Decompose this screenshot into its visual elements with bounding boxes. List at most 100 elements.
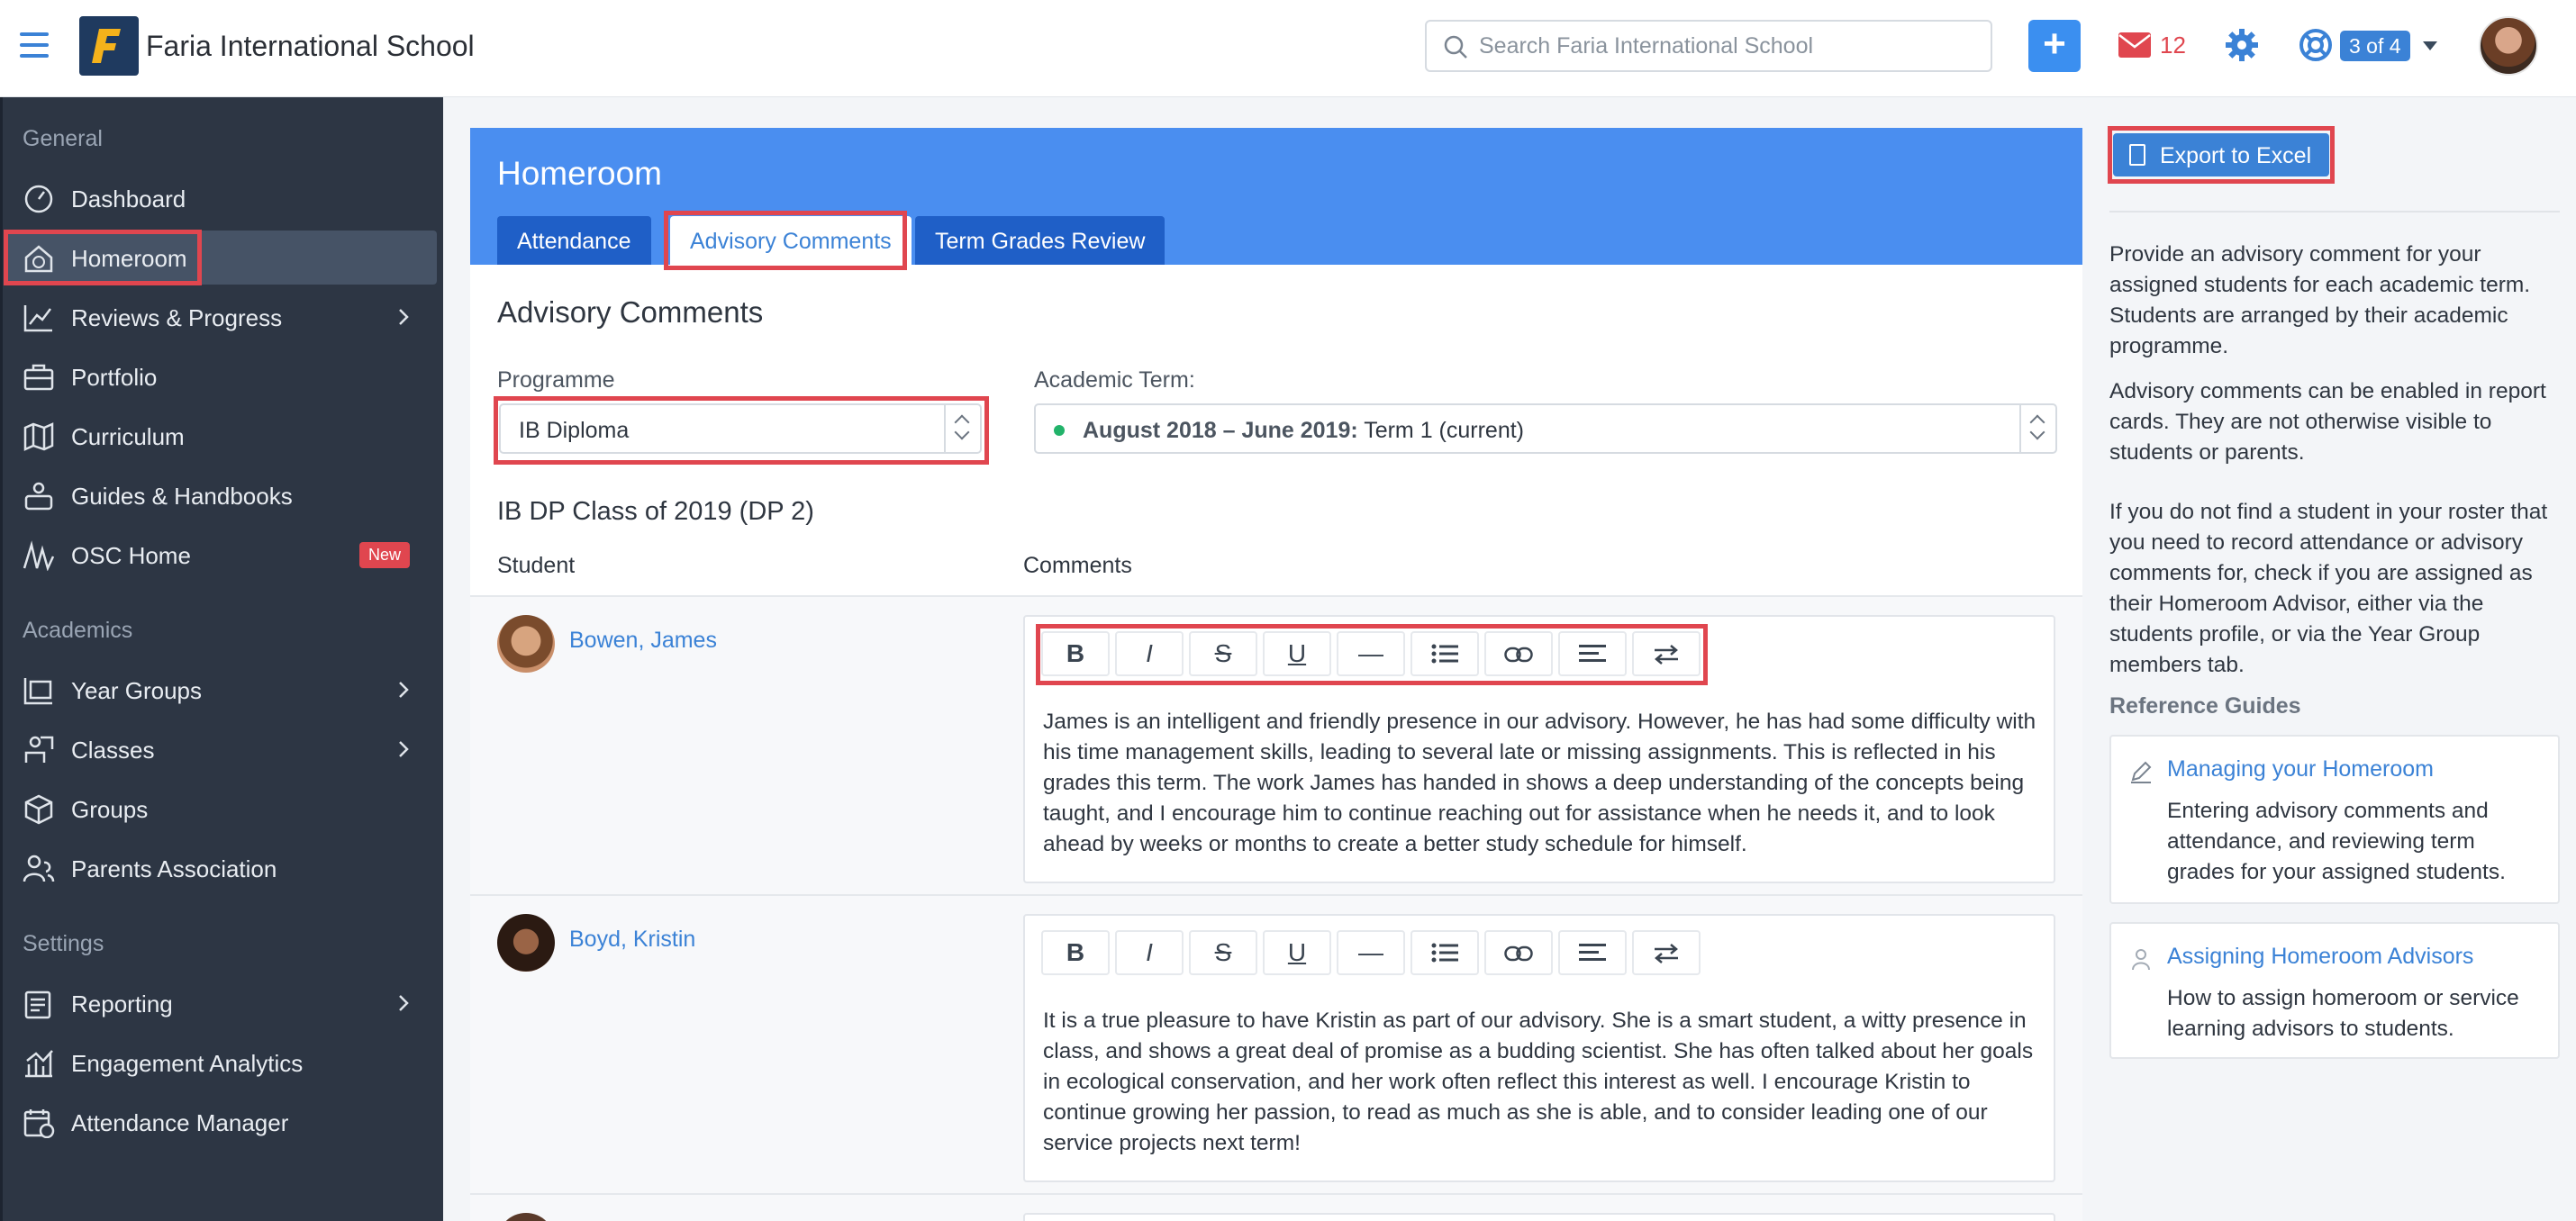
align-button[interactable] <box>1558 631 1627 676</box>
italic-button[interactable]: I <box>1115 631 1184 676</box>
student-avatar[interactable] <box>497 1213 555 1221</box>
sidebar-item-classes[interactable]: Classes <box>3 722 435 776</box>
underline-button[interactable]: U <box>1263 930 1331 975</box>
current-term-dot <box>1054 425 1065 436</box>
guide-link[interactable]: Assigning Homeroom Advisors <box>2167 944 2473 970</box>
sidebar-section-academics: Academics <box>23 618 133 643</box>
sidebar-item-reporting[interactable]: Reporting <box>3 976 435 1030</box>
term-text: August 2018 – June 2019: Term 1 (current… <box>1083 418 1524 444</box>
programme-select[interactable]: IB Diploma <box>499 403 982 454</box>
sidebar-item-label: Year Groups <box>71 677 203 704</box>
reference-guides-title: Reference Guides <box>2109 693 2301 719</box>
school-name[interactable]: Faria International School <box>146 30 475 63</box>
file-icon <box>2129 144 2145 166</box>
sidebar-item-label: Classes <box>71 737 155 764</box>
student-avatar[interactable] <box>497 914 555 972</box>
lifebuoy-icon[interactable] <box>2299 28 2333 62</box>
chart-icon <box>23 305 52 332</box>
mail-count[interactable]: 12 <box>2160 32 2186 59</box>
sidebar-item-year-groups[interactable]: Year Groups <box>3 663 435 717</box>
student-avatar[interactable] <box>497 615 555 673</box>
sidebar-item-dashboard[interactable]: Dashboard <box>3 171 435 225</box>
add-button[interactable]: + <box>2028 20 2081 72</box>
help-progress-badge[interactable]: 3 of 4 <box>2340 31 2410 61</box>
guide-link[interactable]: Managing your Homeroom <box>2167 756 2434 782</box>
report-icon <box>24 990 51 1019</box>
italic-button[interactable]: I <box>1115 930 1184 975</box>
sidebar-item-portfolio[interactable]: Portfolio <box>3 349 435 403</box>
list-icon <box>1431 943 1458 963</box>
guide-description: How to assign homeroom or service learni… <box>2167 986 2519 1041</box>
comment-editor[interactable]: B I S U — James is an intelligent and fr… <box>1023 615 2055 883</box>
horizontal-rule-button[interactable]: — <box>1337 930 1405 975</box>
info-paragraph: Provide an advisory comment for your ass… <box>2109 242 2531 358</box>
swap-icon <box>1655 944 1678 963</box>
mail-icon[interactable] <box>2118 32 2152 59</box>
align-button[interactable] <box>1558 930 1627 975</box>
sidebar-item-homeroom[interactable]: Homeroom <box>8 231 437 285</box>
page-title: Homeroom <box>497 155 662 192</box>
tab-term-grades-review[interactable]: Term Grades Review <box>915 216 1166 265</box>
sidebar-item-parents-association[interactable]: Parents Association <box>3 841 435 895</box>
sidebar-item-osc-home[interactable]: OSC Home New <box>3 528 435 582</box>
align-left-icon <box>1579 645 1606 662</box>
table-row: Bowen, James B I S U — James is an intel… <box>470 597 2082 894</box>
user-avatar[interactable] <box>2479 16 2538 76</box>
sidebar-item-label: Curriculum <box>71 423 185 450</box>
info-paragraph: Advisory comments can be enabled in repo… <box>2109 379 2546 465</box>
guide-card[interactable]: Managing your Homeroom Entering advisory… <box>2109 735 2560 904</box>
comment-text[interactable]: It is a true pleasure to have Kristin as… <box>1043 1006 2039 1159</box>
sidebar-item-label: Guides & Handbooks <box>71 483 293 510</box>
sidebar-item-attendance-manager[interactable]: Attendance Manager <box>3 1095 435 1149</box>
layers-icon <box>23 678 52 705</box>
users-icon <box>24 482 53 511</box>
underline-button[interactable]: U <box>1263 631 1331 676</box>
table-row: Boyd, Kristin B I S U — It is a true ple… <box>470 896 2082 1193</box>
term-select[interactable]: August 2018 – June 2019: Term 1 (current… <box>1034 403 2057 454</box>
text-direction-button[interactable] <box>1632 631 1701 676</box>
calendar-icon <box>23 1109 55 1138</box>
chevron-right-icon <box>399 741 409 757</box>
sidebar-item-reviews-progress[interactable]: Reviews & Progress <box>3 290 435 344</box>
sidebar-item-engagement-analytics[interactable]: Engagement Analytics <box>3 1036 435 1090</box>
comment-editor[interactable] <box>1023 1213 2055 1221</box>
pencil-icon <box>2131 761 2152 783</box>
sidebar-item-curriculum[interactable]: Curriculum <box>3 409 435 463</box>
sidebar-item-guides-handbooks[interactable]: Guides & Handbooks <box>3 468 435 522</box>
bullet-list-button[interactable] <box>1410 631 1479 676</box>
guide-card[interactable]: Assigning Homeroom Advisors How to assig… <box>2109 922 2560 1059</box>
horizontal-rule-button[interactable]: — <box>1337 631 1405 676</box>
strikethrough-button[interactable]: S <box>1189 631 1257 676</box>
search-box[interactable] <box>1425 20 1992 72</box>
comment-text[interactable]: James is an intelligent and friendly pre… <box>1043 707 2039 860</box>
bold-button[interactable]: B <box>1041 631 1110 676</box>
term-label: Academic Term: <box>1034 367 1195 393</box>
link-button[interactable] <box>1484 631 1553 676</box>
export-to-excel-button[interactable]: Export to Excel <box>2113 133 2329 176</box>
search-input[interactable] <box>1479 31 1965 61</box>
menu-icon[interactable] <box>20 32 49 58</box>
link-button[interactable] <box>1484 930 1553 975</box>
sidebar-item-groups[interactable]: Groups <box>3 782 435 836</box>
sidebar-item-label: Portfolio <box>71 364 158 391</box>
bullet-list-button[interactable] <box>1410 930 1479 975</box>
student-name-link[interactable]: Boyd, Kristin <box>569 927 695 953</box>
school-logo[interactable] <box>79 16 139 76</box>
info-paragraph: If you do not find a student in your ros… <box>2109 500 2548 677</box>
list-icon <box>1431 644 1458 664</box>
cube-icon <box>24 794 53 825</box>
sidebar-item-label: Groups <box>71 796 149 823</box>
student-name-link[interactable]: Bowen, James <box>569 628 717 654</box>
gear-icon[interactable] <box>2225 28 2259 62</box>
text-direction-button[interactable] <box>1632 930 1701 975</box>
divider <box>2109 211 2560 213</box>
link-icon <box>1504 647 1533 663</box>
comment-editor[interactable]: B I S U — It is a true pleasure to have … <box>1023 914 2055 1182</box>
tab-advisory-comments[interactable]: Advisory Comments <box>670 216 912 265</box>
column-header-student: Student <box>497 553 576 578</box>
osc-icon <box>23 540 55 571</box>
strikethrough-button[interactable]: S <box>1189 930 1257 975</box>
tab-attendance[interactable]: Attendance <box>497 216 651 265</box>
bold-button[interactable]: B <box>1041 930 1110 975</box>
chevron-down-icon[interactable] <box>2423 41 2437 50</box>
